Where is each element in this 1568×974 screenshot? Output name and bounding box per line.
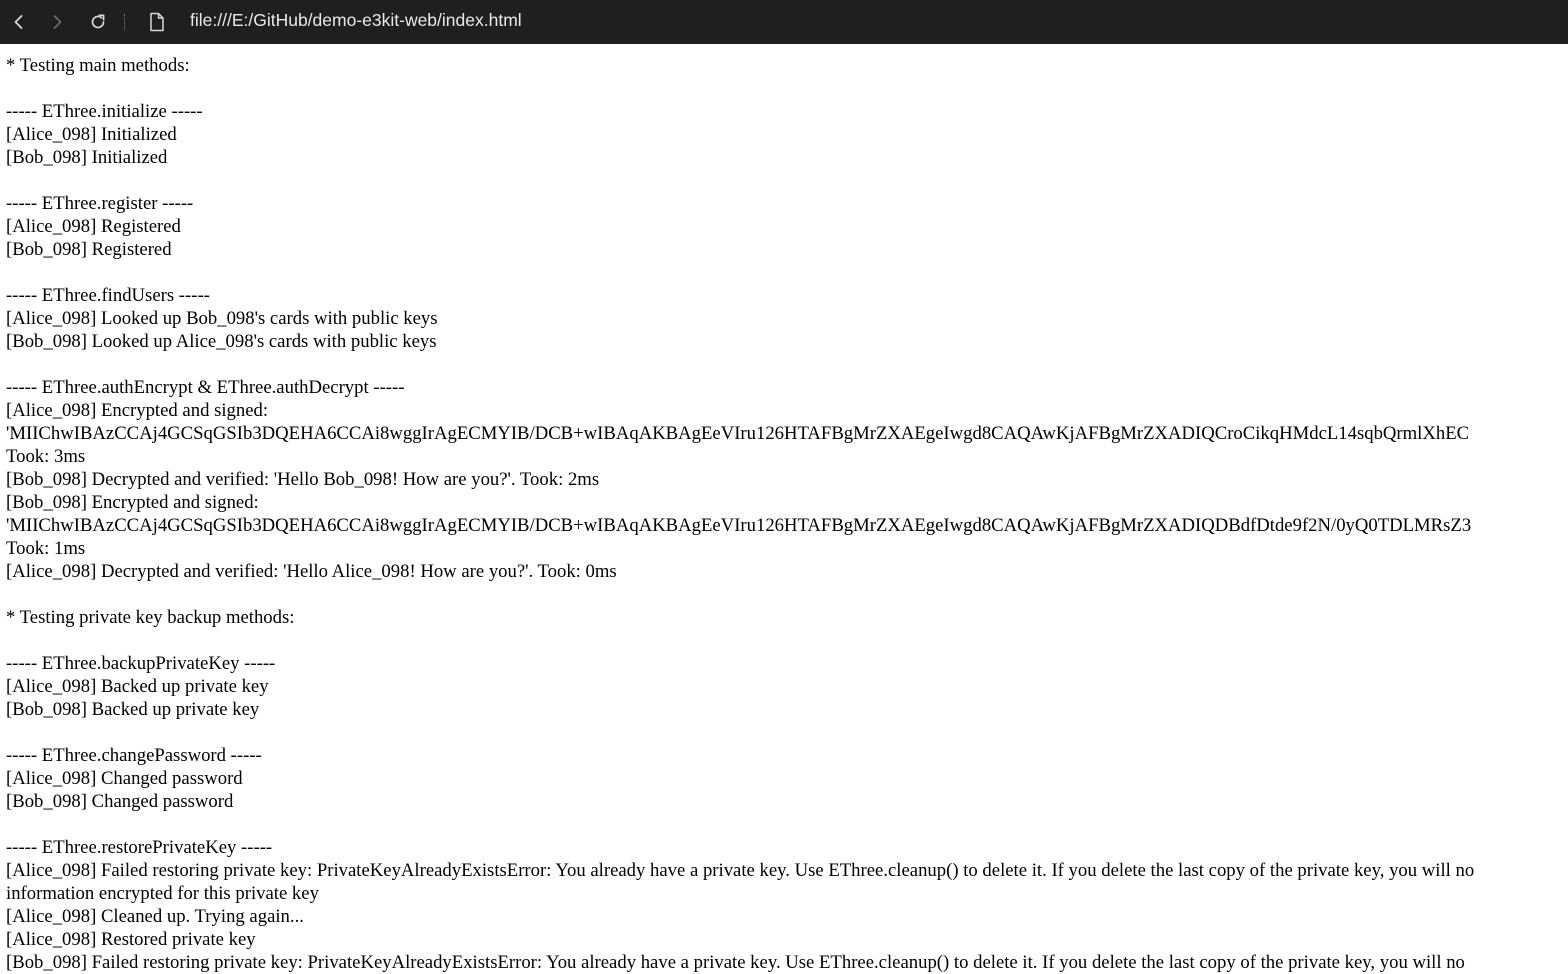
log-line: Took: 1ms bbox=[6, 538, 86, 559]
log-line: [Bob_098] Decrypted and verified: 'Hello… bbox=[6, 469, 600, 490]
log-line: * Testing main methods: bbox=[6, 55, 190, 76]
log-line: information encrypted for this private k… bbox=[6, 883, 319, 904]
toolbar-divider bbox=[124, 14, 126, 30]
log-line: ----- EThree.restorePrivateKey ----- bbox=[6, 837, 273, 858]
log-line: [Alice_098] Registered bbox=[6, 216, 181, 237]
log-line: [Bob_098] Encrypted and signed: bbox=[6, 492, 259, 513]
log-line: [Alice_098] Failed restoring private key… bbox=[6, 860, 1475, 881]
log-line: [Alice_098] Restored private key bbox=[6, 929, 256, 950]
log-line: [Alice_098] Cleaned up. Trying again... bbox=[6, 906, 304, 927]
log-line: 'MIIChwIBAzCCAj4GCSqGSIb3DQEHA6CCAi8wggI… bbox=[6, 515, 1472, 536]
log-line: [Bob_098] Initialized bbox=[6, 147, 168, 168]
log-line: * Testing private key backup methods: bbox=[6, 607, 295, 628]
browser-toolbar: file:///E:/GitHub/demo-e3kit-web/index.h… bbox=[0, 0, 1568, 44]
console-log-output: * Testing main methods: ----- EThree.init… bbox=[6, 54, 1568, 974]
log-line: [Alice_098] Encrypted and signed: bbox=[6, 400, 269, 421]
log-line: 'MIIChwIBAzCCAj4GCSqGSIb3DQEHA6CCAi8wggI… bbox=[6, 423, 1470, 444]
log-line: ----- EThree.backupPrivateKey ----- bbox=[6, 653, 276, 674]
log-line: ----- EThree.register ----- bbox=[6, 193, 194, 214]
log-line: [Bob_098] Registered bbox=[6, 239, 172, 260]
log-line: [Alice_098] Decrypted and verified: 'Hel… bbox=[6, 561, 617, 582]
log-line: [Alice_098] Initialized bbox=[6, 124, 177, 145]
back-button[interactable] bbox=[4, 7, 34, 37]
address-bar[interactable]: file:///E:/GitHub/demo-e3kit-web/index.h… bbox=[190, 0, 522, 44]
log-line: ----- EThree.findUsers ----- bbox=[6, 285, 210, 306]
back-arrow-icon bbox=[14, 15, 23, 29]
log-line: [Alice_098] Looked up Bob_098's cards wi… bbox=[6, 308, 438, 329]
forward-button[interactable] bbox=[42, 7, 72, 37]
log-line: [Alice_098] Backed up private key bbox=[6, 676, 269, 697]
log-line: ----- EThree.changePassword ----- bbox=[6, 745, 262, 766]
reload-icon bbox=[91, 14, 105, 29]
log-line: [Bob_098] Backed up private key bbox=[6, 699, 260, 720]
forward-arrow-icon bbox=[53, 15, 62, 29]
log-line: [Bob_098] Changed password bbox=[6, 791, 234, 812]
log-line: [Alice_098] Changed password bbox=[6, 768, 243, 789]
log-line: [Bob_098] Looked up Alice_098's cards wi… bbox=[6, 331, 437, 352]
log-line: ----- EThree.initialize ----- bbox=[6, 101, 203, 122]
file-page-icon[interactable] bbox=[149, 12, 165, 32]
log-line: ----- EThree.authEncrypt & EThree.authDe… bbox=[6, 377, 405, 398]
log-line: Took: 3ms bbox=[6, 446, 86, 467]
reload-button[interactable] bbox=[83, 7, 113, 37]
